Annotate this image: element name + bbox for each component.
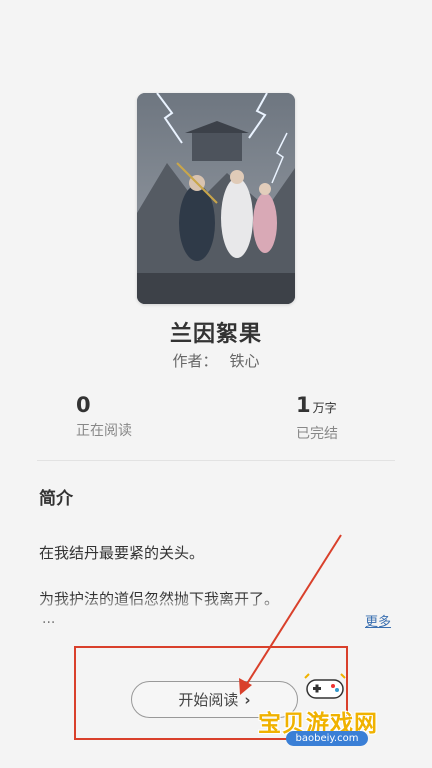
readers-label: 正在阅读 xyxy=(76,423,132,439)
stat-words: 1 万字 已完结 xyxy=(296,392,338,443)
more-link[interactable]: 更多 xyxy=(365,611,391,630)
synopsis-fade xyxy=(30,596,402,612)
book-title: 兰因絮果 xyxy=(169,322,262,347)
author-name[interactable]: 铁心 xyxy=(230,352,260,370)
stat-readers: 0 正在阅读 xyxy=(76,392,132,440)
author-line: 作者： 铁心 xyxy=(0,350,432,371)
author-label: 作者： xyxy=(172,352,218,370)
word-count: 1 xyxy=(296,393,311,417)
chevron-right-icon: › xyxy=(244,690,251,709)
synopsis-heading: 简介 xyxy=(39,489,73,509)
watermark-url: baobeiy.com xyxy=(286,731,368,746)
book-cover xyxy=(137,93,295,304)
readers-count: 0 xyxy=(76,393,91,417)
synopsis-ellipsis: ... xyxy=(42,611,56,627)
divider xyxy=(37,460,395,461)
word-count-unit: 万字 xyxy=(312,401,337,415)
completion-status: 已完结 xyxy=(296,426,338,442)
book-cover-illustration xyxy=(137,93,295,304)
synopsis-line-1: 在我结丹最要紧的关头。 xyxy=(39,544,205,562)
gamepad-icon xyxy=(304,673,346,699)
start-reading-label: 开始阅读 xyxy=(178,691,239,709)
